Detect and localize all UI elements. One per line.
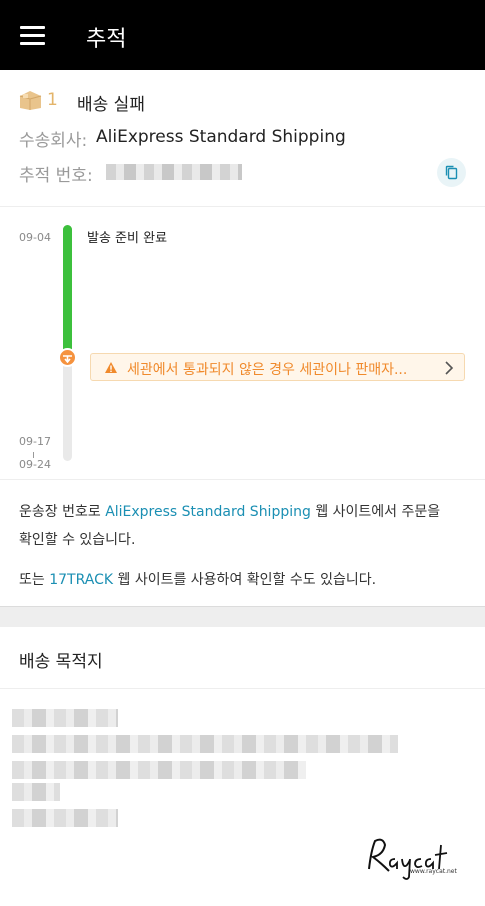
package-count: 1 — [47, 90, 58, 110]
info-text: 또는 — [19, 572, 45, 588]
17track-link[interactable]: 17TRACK — [49, 572, 113, 588]
shipment-summary: 1 배송 실패 수송회사: AliExpress Standard Shippi… — [0, 70, 485, 207]
carrier-label: 수송회사: — [19, 131, 88, 151]
app-header: 추적 — [0, 0, 485, 70]
watermark-url: www.raycat.net — [410, 868, 457, 875]
address-line-redacted — [12, 735, 398, 753]
timeline-event: 발송 준비 완료 — [87, 231, 168, 246]
info-line-2: 확인할 수 있습니다. — [19, 532, 136, 548]
info-line-1: 운송장 번호로 AliExpress Standard Shipping 웹 사… — [19, 501, 440, 521]
chevron-right-icon — [445, 361, 454, 375]
address-line-redacted — [12, 783, 60, 801]
customs-alert-text: 세관에서 통과되지 않은 경우 세관이나 판매자... — [127, 362, 408, 378]
timeline-start-date: 09-04 — [19, 231, 51, 244]
delivery-status: 배송 실패 — [77, 95, 145, 115]
info-text: 웹 사이트에서 주문을 — [315, 504, 441, 520]
carrier-name: AliExpress Standard Shipping — [96, 127, 346, 147]
warning-icon — [105, 362, 117, 373]
timeline-end-date-from: 09-17 — [19, 435, 51, 448]
copy-tracking-button[interactable] — [437, 158, 466, 187]
customs-alert[interactable]: 세관에서 통과되지 않은 경우 세관이나 판매자... — [90, 353, 465, 381]
info-text: 운송장 번호로 — [19, 504, 101, 520]
info-text: 웹 사이트를 사용하여 확인할 수도 있습니다. — [117, 572, 377, 588]
address-line-redacted — [12, 761, 306, 779]
address-line-redacted — [12, 809, 118, 827]
tracking-number-redacted — [106, 164, 242, 180]
destination-title: 배송 목적지 — [19, 652, 103, 672]
carrier-website-link[interactable]: AliExpress Standard Shipping — [105, 504, 311, 520]
raycat-watermark-logo — [368, 838, 448, 880]
hamburger-menu-icon[interactable] — [20, 26, 45, 46]
package-box-icon — [19, 91, 42, 110]
address-line-redacted — [12, 709, 118, 727]
tracking-number-label: 추적 번호: — [19, 166, 93, 186]
timeline-end-date-to: 09-24 — [19, 458, 51, 471]
destination-header: 배송 목적지 — [0, 627, 485, 689]
copy-icon — [445, 165, 458, 180]
section-divider — [0, 606, 485, 627]
tracking-timeline: 09-04 발송 준비 완료 세관에서 통과되지 않은 경우 세관이나 판매자.… — [0, 207, 485, 480]
timeline-progress — [63, 225, 72, 355]
tracking-info: 운송장 번호로 AliExpress Standard Shipping 웹 사… — [0, 480, 485, 606]
timeline-current-node — [58, 348, 77, 367]
page-title: 추적 — [86, 27, 127, 52]
info-line-3: 또는 17TRACK 웹 사이트를 사용하여 확인할 수도 있습니다. — [19, 569, 376, 589]
